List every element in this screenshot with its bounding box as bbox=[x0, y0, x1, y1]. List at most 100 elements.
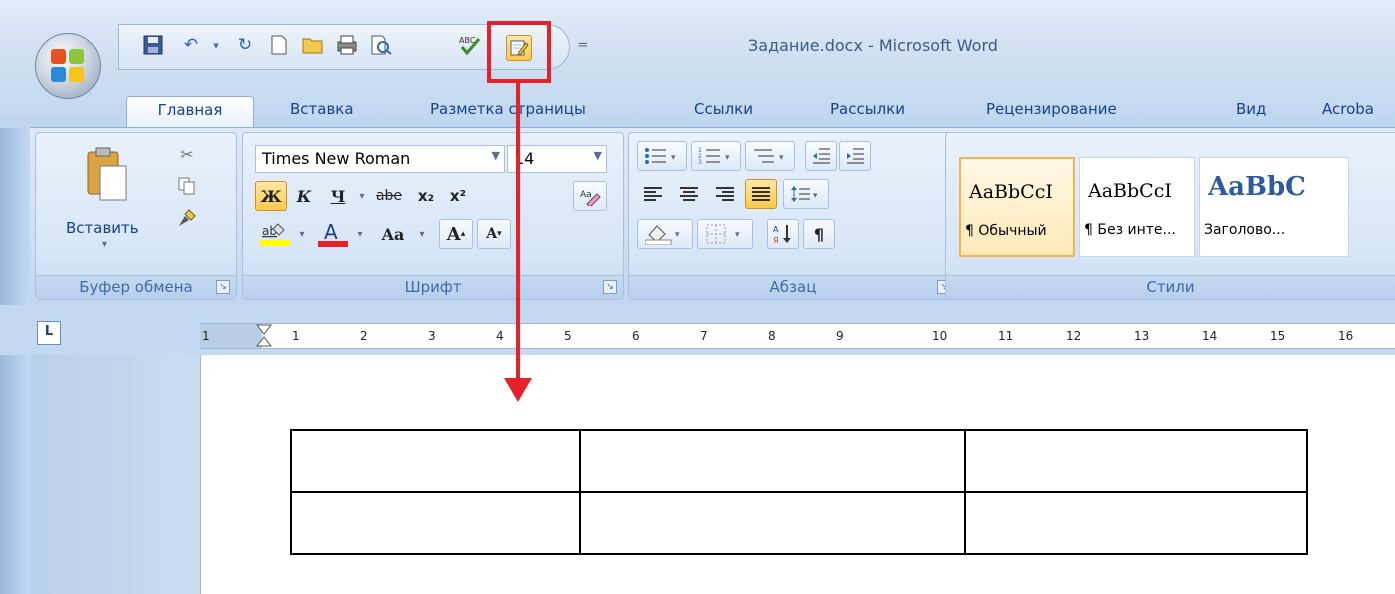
clipboard-launcher-icon[interactable]: ↘ bbox=[216, 280, 230, 294]
table-row bbox=[290, 491, 1308, 555]
underline-button[interactable]: Ч bbox=[323, 181, 353, 211]
justify-icon[interactable] bbox=[745, 179, 777, 209]
clipboard-group: Вставить ▾ ✂ Буфер обмена ↘ bbox=[35, 132, 237, 300]
table-cell[interactable] bbox=[964, 429, 1308, 493]
table-cell[interactable] bbox=[290, 491, 581, 555]
tab-page-layout[interactable]: Разметка страницы bbox=[430, 96, 586, 128]
undo-dropdown-icon[interactable]: ▾ bbox=[203, 32, 229, 58]
style-sample: AaBbCcI bbox=[1088, 180, 1172, 202]
clear-formatting-icon[interactable]: Aa bbox=[573, 181, 607, 211]
grow-font-label: A bbox=[446, 223, 461, 245]
tab-insert[interactable]: Вставка bbox=[290, 96, 354, 128]
new-document-icon[interactable] bbox=[266, 32, 292, 58]
svg-text:A: A bbox=[324, 220, 338, 244]
font-color-dropdown-icon[interactable]: ▾ bbox=[353, 219, 367, 249]
paragraph-group-label: Абзац bbox=[629, 275, 957, 299]
tab-acrobat[interactable]: Acroba bbox=[1322, 96, 1374, 128]
ruler-number: 15 bbox=[1270, 329, 1286, 343]
open-folder-icon[interactable] bbox=[300, 32, 326, 58]
horizontal-ruler[interactable]: 1 1 2 3 4 5 6 7 8 9 10 11 12 13 14 15 16 bbox=[200, 323, 1395, 349]
table-row bbox=[290, 429, 1308, 493]
bold-button[interactable]: Ж bbox=[255, 181, 287, 211]
grow-font-button[interactable]: A ▴ bbox=[439, 219, 473, 249]
svg-text:▾: ▾ bbox=[735, 230, 740, 240]
svg-text:А: А bbox=[773, 225, 779, 234]
tab-home[interactable]: Главная bbox=[126, 96, 254, 128]
cut-icon[interactable]: ✂ bbox=[174, 141, 200, 167]
sort-icon[interactable]: АЯ bbox=[767, 219, 799, 249]
customize-qat-icon[interactable]: = bbox=[570, 32, 596, 58]
paste-icon[interactable] bbox=[76, 139, 136, 209]
annotation-arrow-line bbox=[516, 83, 520, 383]
highlight-dropdown-icon[interactable]: ▾ bbox=[295, 219, 309, 249]
print-preview-icon[interactable] bbox=[368, 32, 394, 58]
print-icon[interactable] bbox=[334, 32, 360, 58]
font-family-field[interactable]: Times New Roman ▼ bbox=[255, 145, 505, 173]
align-right-icon[interactable] bbox=[709, 179, 741, 209]
save-icon[interactable] bbox=[140, 32, 166, 58]
line-spacing-icon[interactable]: ▾ bbox=[783, 179, 829, 209]
superscript-button[interactable]: x² bbox=[443, 181, 473, 211]
multilevel-list-icon[interactable]: ▾ bbox=[745, 141, 795, 171]
clipboard-group-label: Буфер обмена bbox=[36, 275, 236, 299]
tab-view[interactable]: Вид bbox=[1236, 96, 1266, 128]
format-painter-icon[interactable] bbox=[174, 205, 200, 231]
highlight-color-icon[interactable]: ab bbox=[255, 219, 295, 249]
svg-text:▾: ▾ bbox=[813, 191, 818, 201]
undo-icon[interactable]: ↶ bbox=[178, 32, 204, 58]
strikethrough-button[interactable]: abe bbox=[371, 181, 407, 211]
style-card-no-spacing[interactable]: AaBbCcI ¶ Без инте... bbox=[1079, 157, 1195, 257]
shrink-font-button[interactable]: A ▾ bbox=[477, 219, 511, 249]
tab-selector-button[interactable]: L bbox=[37, 321, 61, 345]
svg-text:Aa: Aa bbox=[580, 190, 592, 200]
table-cell[interactable] bbox=[964, 491, 1308, 555]
redo-icon[interactable]: ↻ bbox=[232, 32, 258, 58]
ruler-number: 2 bbox=[360, 329, 368, 343]
ruler-number: 14 bbox=[1202, 329, 1218, 343]
align-center-icon[interactable] bbox=[673, 179, 705, 209]
italic-button[interactable]: К bbox=[289, 181, 319, 211]
indent-marker-icon[interactable] bbox=[255, 324, 273, 348]
font-launcher-icon[interactable]: ↘ bbox=[603, 280, 617, 294]
change-case-dropdown-icon[interactable]: ▾ bbox=[415, 219, 429, 249]
underline-dropdown-icon[interactable]: ▾ bbox=[355, 181, 369, 211]
ruler-number: 6 bbox=[632, 329, 640, 343]
increase-indent-icon[interactable] bbox=[839, 141, 871, 171]
show-formatting-marks-button[interactable]: ¶ bbox=[803, 219, 835, 249]
borders-icon[interactable]: ▾ bbox=[697, 219, 753, 249]
document-page[interactable] bbox=[200, 355, 1395, 594]
style-sample: AaBbCcI bbox=[969, 181, 1053, 203]
vertical-ruler bbox=[30, 355, 200, 594]
style-card-heading[interactable]: AaBbC Заголово... bbox=[1199, 157, 1349, 257]
shading-icon[interactable]: ▾ bbox=[637, 219, 693, 249]
table-cell[interactable] bbox=[290, 429, 581, 493]
bullets-icon[interactable]: ▾ bbox=[637, 141, 687, 171]
paste-label[interactable]: Вставить bbox=[66, 219, 139, 237]
spelling-check-icon[interactable]: ABC bbox=[458, 32, 484, 58]
style-card-normal[interactable]: AaBbCcI ¶ Обычный bbox=[959, 157, 1075, 257]
svg-text:▾: ▾ bbox=[671, 153, 676, 163]
tab-mailings[interactable]: Рассылки bbox=[830, 96, 905, 128]
decrease-indent-icon[interactable] bbox=[805, 141, 837, 171]
align-left-icon[interactable] bbox=[637, 179, 669, 209]
table-cell[interactable] bbox=[579, 429, 966, 493]
ruler-row: L 1 1 2 3 4 5 6 7 8 9 10 11 12 13 14 15 … bbox=[0, 305, 1395, 355]
ruler-number: 7 bbox=[700, 329, 708, 343]
office-button[interactable] bbox=[35, 33, 101, 99]
paste-dropdown-icon[interactable]: ▾ bbox=[102, 239, 107, 250]
document-table[interactable] bbox=[290, 429, 1308, 555]
tab-review[interactable]: Рецензирование bbox=[986, 96, 1117, 128]
svg-text:▾: ▾ bbox=[725, 153, 730, 163]
copy-icon[interactable] bbox=[174, 173, 200, 199]
subscript-button[interactable]: x₂ bbox=[411, 181, 441, 211]
change-case-button[interactable]: Aa bbox=[371, 219, 415, 249]
font-size-field[interactable]: 14 ▼ bbox=[507, 145, 607, 173]
font-color-icon[interactable]: A bbox=[313, 219, 353, 249]
tab-references[interactable]: Ссылки bbox=[694, 96, 753, 128]
ruler-number: 5 bbox=[564, 329, 572, 343]
annotation-highlight-box bbox=[487, 21, 551, 83]
style-name: ¶ Без инте... bbox=[1084, 222, 1176, 238]
table-cell[interactable] bbox=[579, 491, 966, 555]
numbering-icon[interactable]: 1 2 3 ▾ bbox=[691, 141, 741, 171]
ruler-number: 1 bbox=[292, 329, 300, 343]
